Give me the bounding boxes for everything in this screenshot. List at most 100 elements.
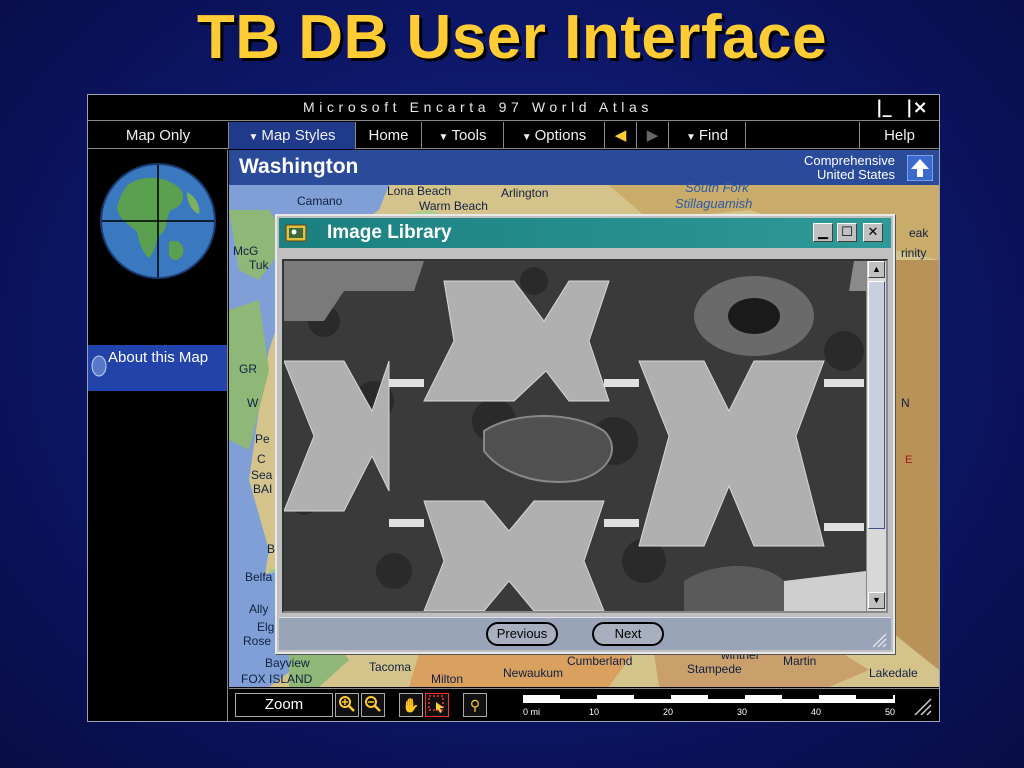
place-label[interactable]: C	[257, 452, 266, 466]
scroll-thumb[interactable]	[868, 281, 885, 529]
zoom-out-button[interactable]	[361, 693, 385, 717]
place-label[interactable]: Elg	[257, 620, 274, 634]
place-label[interactable]: McG	[233, 244, 258, 258]
menu-find-label: Find	[698, 127, 729, 144]
place-label[interactable]: Warm Beach	[419, 199, 488, 213]
zoom-label: Zoom	[235, 693, 333, 717]
select-area-icon	[428, 695, 444, 713]
place-label[interactable]: Tuk	[249, 258, 269, 272]
place-label[interactable]: Bayview	[265, 656, 310, 670]
place-label[interactable]: South Fork	[685, 180, 749, 195]
menu-options[interactable]: ▼ Options	[504, 122, 605, 149]
zoom-in-icon	[339, 696, 355, 712]
place-label[interactable]: Camano	[297, 194, 342, 208]
resize-grip-icon[interactable]	[911, 695, 933, 717]
globe-icon[interactable]	[99, 162, 217, 280]
place-label[interactable]: W	[247, 396, 258, 410]
dialog-titlebar[interactable]: Image Library ▁ ☐ ✕	[279, 218, 891, 248]
next-button[interactable]: Next	[592, 622, 664, 646]
app-title: Microsoft Encarta 97 World Atlas	[302, 99, 654, 115]
about-this-map-label: About this Map	[108, 349, 209, 366]
scroll-up-button[interactable]: ▲	[868, 261, 885, 278]
forward-button[interactable]: ▶	[637, 122, 669, 149]
place-label[interactable]: N	[901, 396, 910, 410]
chevron-down-icon: ▼	[438, 132, 449, 143]
close-button[interactable]: |×	[906, 97, 928, 118]
pushpin-tool-button[interactable]: ⚲	[463, 693, 487, 717]
place-label[interactable]: eak	[909, 226, 928, 240]
slide-title: TB DB User Interface	[196, 3, 828, 72]
place-label[interactable]: BAI	[253, 482, 272, 496]
scale-label: 30	[737, 707, 748, 717]
place-label[interactable]: Stampede	[687, 662, 742, 676]
map-scope: Comprehensive United States	[804, 154, 895, 182]
back-button[interactable]: ◀	[605, 122, 637, 149]
left-panel: About this Map	[88, 150, 228, 721]
place-label[interactable]: Tacoma	[369, 660, 411, 674]
place-label[interactable]: Lakedale	[869, 666, 918, 680]
dialog-title: Image Library	[327, 222, 452, 243]
place-label[interactable]: Rose	[243, 634, 271, 648]
place-label[interactable]: Belfa	[245, 570, 272, 584]
place-label[interactable]: Cumberland	[567, 654, 632, 668]
dialog-footer: Previous Next	[279, 617, 891, 650]
place-label[interactable]: Lona Beach	[387, 184, 451, 198]
menu-help[interactable]: Help	[860, 122, 939, 149]
place-label[interactable]: Newaukum	[503, 666, 563, 680]
menu-spacer	[746, 122, 860, 149]
left-arrow-icon: ◀	[614, 127, 627, 144]
menu-map-only[interactable]: Map Only	[88, 122, 229, 149]
scale-label: 0 mi	[523, 707, 541, 717]
place-label[interactable]: rinity	[901, 246, 926, 260]
dialog-close-button[interactable]: ✕	[863, 223, 883, 242]
place-label[interactable]: GR	[239, 362, 257, 376]
menu-tools-label: Tools	[451, 127, 487, 144]
map-scope-line2: United States	[816, 167, 895, 182]
place-label[interactable]: Sea	[251, 468, 272, 482]
place-label[interactable]: Ally	[249, 602, 268, 616]
select-tool-button[interactable]	[425, 693, 449, 717]
scale-bar	[523, 695, 895, 703]
map-state-name: Washington	[239, 155, 359, 178]
map-header: Washington Comprehensive United States	[229, 150, 939, 185]
dialog-maximize-button[interactable]: ☐	[837, 223, 857, 242]
menu-home[interactable]: Home	[356, 122, 422, 149]
info-icon	[91, 355, 107, 377]
image-library-dialog: Image Library ▁ ☐ ✕ ▲ ▼ Previous Next	[275, 214, 895, 654]
minimize-icon: ▁	[818, 224, 828, 239]
zoom-out-icon	[365, 696, 381, 712]
about-this-map-button[interactable]: About this Map	[88, 345, 227, 391]
zoom-out-level-icon[interactable]	[907, 155, 933, 181]
chevron-down-icon: ▼	[685, 132, 696, 143]
resize-grip-icon[interactable]	[871, 632, 887, 648]
menu-map-styles-label: Map Styles	[261, 127, 336, 144]
place-label[interactable]: Pe	[255, 432, 270, 446]
menu-options-label: Options	[534, 127, 587, 144]
pan-tool-button[interactable]: ✋	[399, 693, 423, 717]
dialog-minimize-button[interactable]: ▁	[813, 223, 833, 242]
place-label[interactable]: E	[905, 454, 912, 466]
maximize-icon: ☐	[841, 224, 853, 239]
place-label[interactable]: FOX ISLAND	[241, 672, 312, 686]
place-label[interactable]: Stillaguamish	[675, 196, 752, 211]
bottom-toolbar: Zoom ✋ ⚲ 0 mi 10 20 30 40 50	[229, 688, 939, 721]
minimize-button[interactable]: |_	[876, 97, 892, 118]
menu-map-styles[interactable]: ▼ Map Styles	[229, 122, 356, 149]
place-label[interactable]: B	[267, 542, 275, 556]
menu-tools[interactable]: ▼ Tools	[422, 122, 504, 149]
place-label[interactable]: Milton	[431, 672, 463, 686]
close-icon: ✕	[867, 224, 879, 239]
vertical-scrollbar[interactable]: ▲ ▼	[866, 261, 886, 611]
menu-find[interactable]: ▼ Find	[669, 122, 746, 149]
place-label[interactable]: Arlington	[501, 186, 548, 200]
place-label[interactable]: Martin	[783, 654, 816, 668]
zoom-in-button[interactable]	[335, 693, 359, 717]
arrow-up-icon: ▲	[872, 264, 881, 274]
previous-button[interactable]: Previous	[486, 622, 558, 646]
scroll-down-button[interactable]: ▼	[868, 592, 885, 609]
scale-label: 40	[811, 707, 822, 717]
image-viewport[interactable]: ▲ ▼	[282, 259, 888, 613]
pushpin-icon: ⚲	[469, 697, 481, 713]
scale-label: 10	[589, 707, 600, 717]
app-titlebar: Microsoft Encarta 97 World Atlas |_ |×	[88, 95, 939, 121]
